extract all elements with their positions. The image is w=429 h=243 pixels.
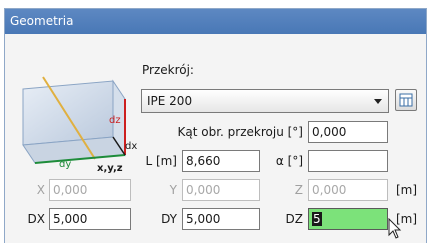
dy-field-label: DY bbox=[161, 212, 177, 226]
dx-input[interactable]: 5,000 bbox=[49, 208, 131, 230]
dy-label: dy bbox=[59, 159, 71, 170]
section-select-value: IPE 200 bbox=[147, 94, 193, 108]
dz-field-label: DZ bbox=[285, 212, 303, 226]
dy-input[interactable]: 5,000 bbox=[182, 208, 260, 230]
y-input[interactable]: 0,000 bbox=[182, 179, 260, 201]
origin-label: x,y,z bbox=[97, 163, 123, 174]
geometry-panel: Geometria dz dx dy x,y,z Przekrój: IPE 2… bbox=[4, 8, 427, 243]
section-library-button[interactable] bbox=[395, 89, 417, 111]
z-input[interactable]: 0,000 bbox=[308, 179, 388, 201]
dz-input[interactable]: 5 bbox=[308, 208, 388, 230]
dz-label: dz bbox=[109, 115, 121, 126]
y-label: Y bbox=[169, 183, 177, 197]
mouse-pointer-icon bbox=[388, 218, 402, 239]
section-library-icon bbox=[399, 93, 413, 107]
angle-input[interactable]: 0,000 bbox=[308, 121, 388, 143]
angle-label: Kąt obr. przekroju [°] bbox=[177, 125, 303, 139]
coords-unit: [m] bbox=[396, 183, 418, 197]
chevron-down-icon[interactable] bbox=[374, 99, 382, 104]
section-select[interactable]: IPE 200 bbox=[141, 89, 389, 113]
box-face bbox=[22, 80, 114, 146]
length-label: L [m] bbox=[145, 154, 177, 168]
section-label: Przekrój: bbox=[142, 63, 194, 77]
dx-field-label: DX bbox=[27, 212, 45, 226]
dz-input-value: 5 bbox=[312, 212, 322, 226]
length-input[interactable]: 8,660 bbox=[182, 150, 260, 172]
panel-title: Geometria bbox=[5, 9, 426, 34]
x-label: X bbox=[36, 183, 45, 197]
alpha-label: α [°] bbox=[275, 154, 303, 168]
dx-label: dx bbox=[125, 141, 137, 152]
z-label: Z bbox=[294, 183, 303, 197]
x-input[interactable]: 0,000 bbox=[49, 179, 131, 201]
alpha-input[interactable] bbox=[308, 150, 388, 172]
geometry-diagram: dz dx dy x,y,z bbox=[22, 76, 137, 174]
